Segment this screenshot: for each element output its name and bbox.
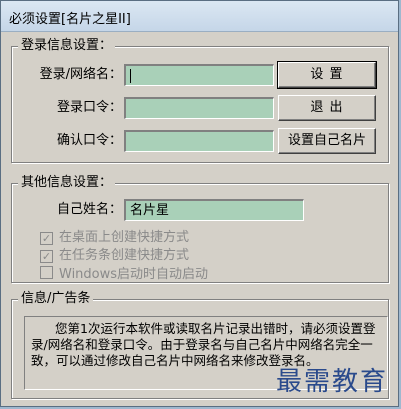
confirm-password-input[interactable] <box>124 130 274 152</box>
watermark-logo: 最需教育 <box>275 367 388 397</box>
taskbar-shortcut-label: 在任务条创建快捷方式 <box>59 248 190 263</box>
confirm-password-label: 确认口令： <box>56 133 122 148</box>
checkbox-checked-icon: ✓ <box>40 232 53 245</box>
own-name-input[interactable]: 名片星 <box>124 199 304 221</box>
username-input[interactable] <box>124 64 274 86</box>
username-label: 登录/网络名： <box>39 67 122 82</box>
setup-button[interactable]: 设 置 <box>277 61 377 89</box>
own-name-value: 名片星 <box>130 203 170 218</box>
login-settings-group: 登录信息设置： 登录/网络名： 登录口令： 确认口令： 设 置 退 出 设置自己… <box>11 38 389 163</box>
other-settings-group: 其他信息设置： 自己姓名： 名片星 ✓ 在桌面上创建快捷方式 ✓ 在任务条创建快捷方… <box>11 175 389 283</box>
password-label: 登录口令： <box>56 100 122 115</box>
checkbox-checked-icon: ✓ <box>40 250 53 263</box>
autostart-label: Windows启动时自动启动 <box>59 267 209 282</box>
title-bar[interactable]: 必须设置[名片之星II] <box>1 1 398 32</box>
desktop-shortcut-checkbox[interactable]: ✓ 在桌面上创建快捷方式 <box>40 230 189 246</box>
desktop-shortcut-label: 在桌面上创建快捷方式 <box>59 230 190 245</box>
other-group-legend: 其他信息设置： <box>18 175 116 191</box>
window-title: 必须设置[名片之星II] <box>9 12 131 27</box>
set-own-card-button[interactable]: 设置自己名片 <box>278 128 376 154</box>
own-name-label: 自己姓名： <box>56 202 122 217</box>
autostart-checkbox[interactable]: Windows启动时自动启动 <box>40 266 208 282</box>
password-input[interactable] <box>124 97 274 119</box>
login-group-legend: 登录信息设置： <box>18 38 116 54</box>
checkbox-unchecked-icon <box>40 266 53 279</box>
taskbar-shortcut-checkbox[interactable]: ✓ 在任务条创建快捷方式 <box>40 248 189 264</box>
info-group-legend: 信息/广告条 <box>18 291 94 307</box>
exit-button[interactable]: 退 出 <box>278 95 376 121</box>
settings-dialog: 必须设置[名片之星II] 登录信息设置： 登录/网络名： 登录口令： 确认口令：… <box>0 0 399 407</box>
text-caret <box>130 68 131 83</box>
